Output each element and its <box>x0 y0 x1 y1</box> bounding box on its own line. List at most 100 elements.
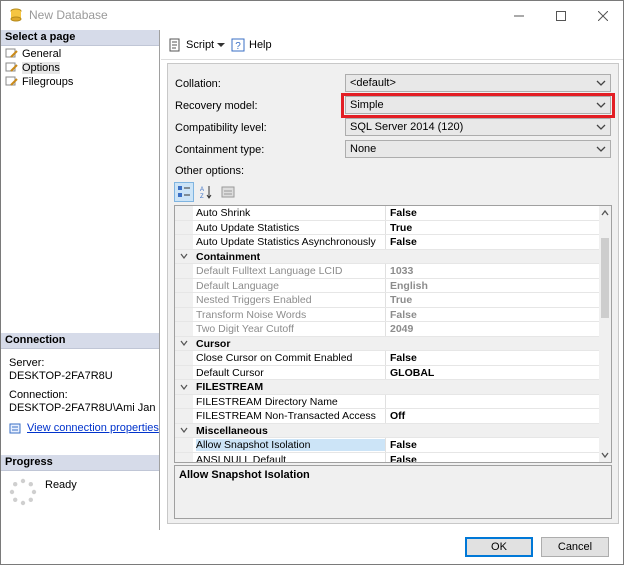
property-row[interactable]: Transform Noise Words False <box>175 307 601 322</box>
property-value: 2049 <box>385 322 601 336</box>
chevron-down-icon <box>180 340 188 347</box>
property-row[interactable]: Close Cursor on Commit Enabled False <box>175 351 601 366</box>
collapse-toggle[interactable] <box>175 380 193 394</box>
chevron-down-icon <box>596 102 606 108</box>
property-name: Nested Triggers Enabled <box>196 294 312 306</box>
property-value: False <box>385 307 601 321</box>
vertical-scrollbar[interactable] <box>599 206 611 462</box>
page-label: Options <box>22 62 60 74</box>
category-row[interactable]: Cursor <box>175 336 601 351</box>
wrench-icon <box>5 76 18 86</box>
chevron-down-icon <box>180 253 188 260</box>
connection-label: Connection: <box>9 389 68 401</box>
property-row[interactable]: Two Digit Year Cutoff 2049 <box>175 322 601 337</box>
property-row[interactable]: Allow Snapshot Isolation False <box>175 438 601 453</box>
property-row[interactable]: Default Fulltext Language LCID 1033 <box>175 264 601 279</box>
connection-header: Connection <box>1 333 159 349</box>
recovery-model-dropdown[interactable]: Simple <box>345 96 611 114</box>
compatibility-level-dropdown[interactable]: SQL Server 2014 (120) <box>345 118 611 136</box>
properties-icon <box>9 423 21 433</box>
property-name: ANSI NULL Default <box>196 453 287 463</box>
recovery-model-label: Recovery model: <box>175 100 258 112</box>
category-name: FILESTREAM <box>196 381 264 393</box>
chevron-down-icon <box>601 452 609 458</box>
scroll-thumb[interactable] <box>601 238 609 318</box>
page-options[interactable]: Options <box>5 61 60 75</box>
page-filegroups[interactable]: Filegroups <box>5 75 73 89</box>
category-row[interactable]: Miscellaneous <box>175 423 601 438</box>
help-button[interactable]: ? Help <box>230 37 272 53</box>
property-value[interactable]: Off <box>385 409 601 423</box>
property-row[interactable]: Default Cursor GLOBAL <box>175 365 601 380</box>
chevron-down-icon <box>596 80 606 86</box>
toolbar: Script ? Help <box>161 30 623 60</box>
category-name: Miscellaneous <box>196 424 268 437</box>
property-value[interactable]: False <box>385 438 601 452</box>
progress-status: Ready <box>45 479 77 491</box>
row-gutter <box>175 365 193 379</box>
server-label: Server: <box>9 357 45 369</box>
scroll-down-arrow[interactable] <box>601 450 609 460</box>
property-row[interactable]: Nested Triggers Enabled True <box>175 293 601 308</box>
sort-az-icon: AZ <box>200 186 212 199</box>
property-value[interactable]: GLOBAL <box>385 365 601 379</box>
chevron-down-icon <box>596 146 606 152</box>
collapse-toggle[interactable] <box>175 249 193 263</box>
collation-dropdown[interactable]: <default> <box>345 74 611 92</box>
property-row[interactable]: Auto Update Statistics True <box>175 220 601 235</box>
minimize-button[interactable] <box>499 1 539 30</box>
chevron-down-icon <box>217 43 226 47</box>
categorized-button[interactable] <box>174 182 194 202</box>
property-row[interactable]: Auto Update Statistics Asynchronously Fal… <box>175 235 601 250</box>
property-row[interactable]: Auto Shrink False <box>175 206 601 221</box>
containment-type-dropdown[interactable]: None <box>345 140 611 158</box>
property-name: FILESTREAM Non-Transacted Access <box>196 410 376 422</box>
property-value[interactable]: True <box>385 220 601 234</box>
category-row[interactable]: FILESTREAM <box>175 380 601 395</box>
collapse-toggle[interactable] <box>175 336 193 350</box>
row-gutter <box>175 206 193 220</box>
property-value: English <box>385 278 601 292</box>
row-gutter <box>175 278 193 292</box>
ok-button[interactable]: OK <box>465 537 533 557</box>
property-row[interactable]: Default Language English <box>175 278 601 293</box>
property-value[interactable] <box>385 394 601 408</box>
server-value: DESKTOP-2FA7R8U <box>9 370 113 382</box>
progress-header: Progress <box>1 455 159 471</box>
property-row[interactable]: FILESTREAM Non-Transacted Access Off <box>175 409 601 424</box>
view-connection-properties-link[interactable]: View connection properties <box>9 422 159 435</box>
script-button[interactable]: Script <box>167 37 226 53</box>
property-value[interactable]: False <box>385 452 601 462</box>
wrench-icon <box>5 48 18 58</box>
property-value[interactable]: False <box>385 235 601 249</box>
wrench-icon <box>5 62 18 72</box>
containment-type-label: Containment type: <box>175 144 265 156</box>
property-row[interactable]: ANSI NULL Default False <box>175 452 601 463</box>
select-page-header: Select a page <box>1 30 159 46</box>
page-general[interactable]: General <box>5 47 61 61</box>
property-pages-button[interactable] <box>218 182 238 202</box>
row-gutter <box>175 409 193 423</box>
chevron-down-icon <box>180 384 188 390</box>
property-row[interactable]: FILESTREAM Directory Name <box>175 394 601 409</box>
cancel-button[interactable]: Cancel <box>541 537 609 557</box>
close-button[interactable] <box>583 1 623 30</box>
property-name: Auto Update Statistics <box>196 221 300 234</box>
alphabetical-button[interactable]: AZ <box>196 182 216 202</box>
compatibility-level-label: Compatibility level: <box>175 122 267 134</box>
chevron-up-icon <box>601 210 609 216</box>
property-description: Allow Snapshot Isolation <box>174 465 612 519</box>
svg-text:?: ? <box>235 41 241 52</box>
script-label: Script <box>186 39 215 51</box>
category-row[interactable]: Containment <box>175 249 601 264</box>
property-name: Default Cursor <box>196 366 264 379</box>
scroll-up-arrow[interactable] <box>601 208 609 218</box>
chevron-down-icon <box>180 427 188 434</box>
maximize-button[interactable] <box>541 1 581 30</box>
property-value[interactable]: False <box>385 351 601 365</box>
category-name: Containment <box>196 250 261 263</box>
collapse-toggle[interactable] <box>175 423 193 437</box>
property-name: Two Digit Year Cutoff <box>196 323 294 335</box>
property-grid-rows: Auto Shrink False Auto Update Statistics Tr… <box>175 206 601 463</box>
property-value[interactable]: False <box>385 206 601 220</box>
